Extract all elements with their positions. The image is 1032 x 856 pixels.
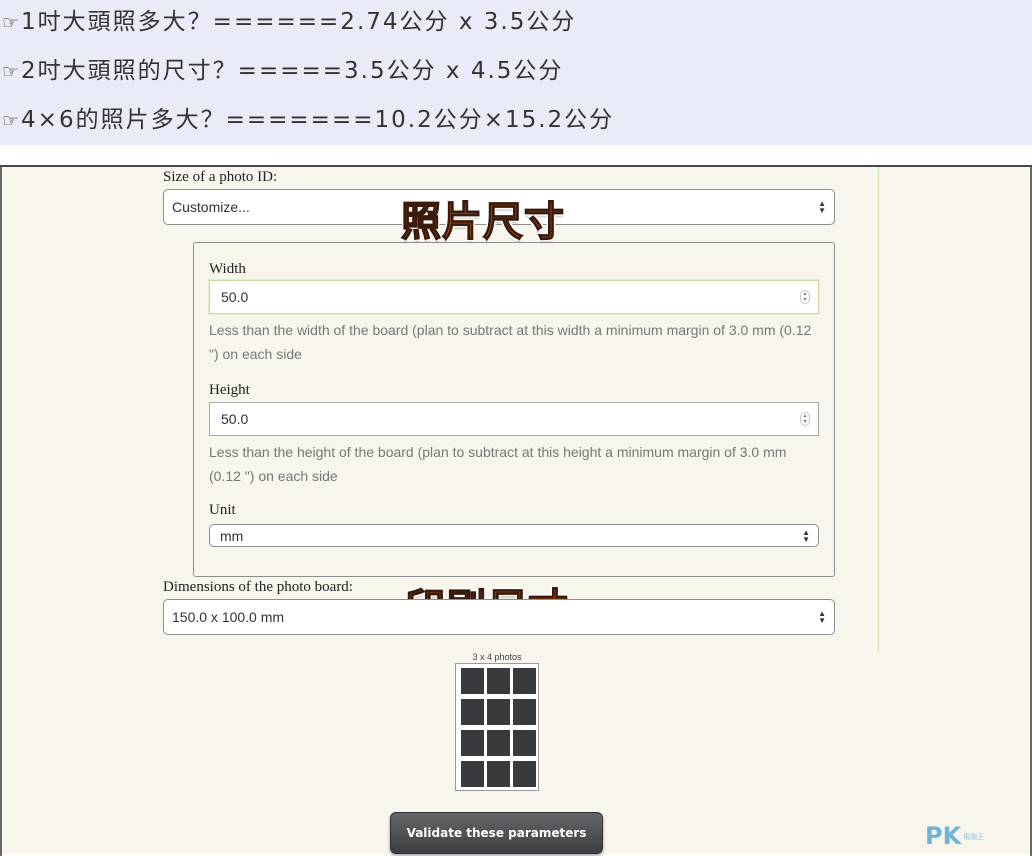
unit-select[interactable]: mm ▲ ▼ — [209, 524, 819, 547]
unit-label: Unit — [209, 502, 236, 518]
width-help-text: Less than the width of the board (plan t… — [209, 322, 812, 362]
photo-form-screenshot: Size of a photo ID: Customize... ▲ ▼ 照片尺寸… — [0, 165, 1032, 856]
pointing-hand-icon: ☞ — [2, 12, 20, 34]
info-line-text: 1吋大頭照多大？======2.74公分 x 3.5公分 — [21, 9, 577, 35]
height-help-text: Less than the height of the board (plan … — [209, 444, 787, 484]
height-input[interactable]: 50.0 ▴ ▾ — [209, 402, 819, 436]
info-line-text: 2吋大頭照的尺寸？=====3.5公分 x 4.5公分 — [21, 58, 564, 84]
pointing-hand-icon: ☞ — [2, 61, 20, 83]
watermark-main: PK — [925, 822, 962, 850]
photo-board-preview — [455, 663, 539, 791]
width-spinner-icon[interactable]: ▴ ▾ — [800, 290, 810, 304]
preview-photo-cell — [461, 761, 484, 787]
preview-caption: 3 x 4 photos — [472, 652, 522, 662]
info-line-1: ☞1吋大頭照多大？======2.74公分 x 3.5公分 — [2, 4, 576, 40]
preview-photo-cell — [461, 730, 484, 756]
board-dimensions-value: 150.0 x 100.0 mm — [172, 609, 285, 625]
preview-photo-cell — [513, 730, 536, 756]
preview-photo-cell — [461, 699, 484, 725]
custom-size-panel: Width 50.0 ▴ ▾ Less than the width of the… — [193, 242, 835, 577]
info-line-3: ☞4×6的照片多大？=======10.2公分×15.2公分 — [2, 102, 614, 138]
info-box: ☞1吋大頭照多大？======2.74公分 x 3.5公分 ☞2吋大頭照的尺寸？… — [0, 0, 1032, 145]
select-arrows-icon: ▲ ▼ — [802, 527, 810, 544]
watermark-logo: PK 電腦王 — [925, 822, 984, 850]
preview-photo-cell — [487, 668, 510, 694]
preview-photo-cell — [513, 761, 536, 787]
select-arrows-icon: ▲ ▼ — [818, 609, 826, 625]
height-input-value: 50.0 — [221, 411, 249, 427]
preview-photo-cell — [487, 730, 510, 756]
frame-left-border — [0, 167, 2, 856]
annotation-photo-size: 照片尺寸 — [400, 198, 565, 246]
info-line-2: ☞2吋大頭照的尺寸？=====3.5公分 x 4.5公分 — [2, 53, 563, 89]
unit-select-value: mm — [220, 527, 244, 544]
pointing-hand-icon: ☞ — [2, 110, 20, 132]
board-dimensions-select[interactable]: 150.0 x 100.0 mm ▲ ▼ — [163, 599, 835, 635]
height-label: Height — [209, 382, 250, 398]
height-spinner-icon[interactable]: ▴ ▾ — [800, 412, 810, 426]
board-dimensions-label: Dimensions of the photo board: — [163, 579, 353, 595]
watermark-sub: 電腦王 — [963, 833, 985, 841]
preview-photo-cell — [513, 699, 536, 725]
preview-photo-cell — [487, 761, 510, 787]
width-input-value: 50.0 — [221, 289, 249, 305]
preview-photo-cell — [487, 699, 510, 725]
column-divider — [878, 167, 879, 653]
info-line-text: 4×6的照片多大？=======10.2公分×15.2公分 — [21, 107, 615, 133]
photo-id-label: Size of a photo ID: — [163, 169, 278, 185]
validate-button[interactable]: Validate these parameters — [390, 812, 603, 854]
width-label: Width — [209, 261, 246, 277]
width-input[interactable]: 50.0 ▴ ▾ — [209, 280, 819, 314]
preview-photo-cell — [513, 668, 536, 694]
select-arrows-icon: ▲ ▼ — [818, 199, 826, 215]
preview-photo-cell — [461, 668, 484, 694]
photo-id-select-value: Customize... — [172, 199, 250, 215]
